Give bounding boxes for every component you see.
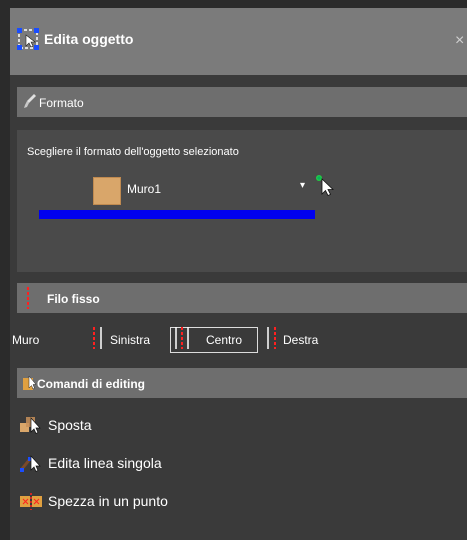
close-icon[interactable]: × xyxy=(455,32,467,50)
filo-option-label: Destra xyxy=(283,333,319,347)
style-color-swatch[interactable] xyxy=(93,177,121,205)
window-title: Edita oggetto xyxy=(44,31,134,47)
formato-body: Scegliere il formato dell'oggetto selezi… xyxy=(17,130,467,272)
comandi-section-header[interactable]: Comandi di editing xyxy=(17,368,467,398)
chevron-down-icon[interactable]: ▾ xyxy=(300,180,305,191)
filo-option-sinistra[interactable]: Sinistra xyxy=(90,324,170,352)
filo-option-destra[interactable]: Destra xyxy=(265,324,345,352)
filo-fisso-row: Muro Sinistra Centro Destra xyxy=(10,324,467,354)
title-bar: Edita oggetto × xyxy=(10,8,467,75)
style-name[interactable]: Muro1 xyxy=(127,182,161,196)
format-brush-icon xyxy=(24,94,36,108)
filo-option-label: Centro xyxy=(206,333,243,347)
formato-section-header[interactable]: Formato xyxy=(17,87,467,117)
command-label: Sposta xyxy=(48,417,92,433)
editing-commands-icon xyxy=(23,375,37,390)
command-label: Edita linea singola xyxy=(48,455,162,471)
filo-row-label: Muro xyxy=(12,333,40,347)
comandi-header-label: Comandi di editing xyxy=(37,377,145,391)
edit-line-icon xyxy=(20,455,41,472)
filo-fisso-header-label: Filo fisso xyxy=(47,292,100,306)
filo-option-label: Sinistra xyxy=(110,333,151,347)
right-line-icon xyxy=(267,327,276,349)
split-icon xyxy=(20,493,42,510)
edit-object-panel: Edita oggetto × Formato Scegliere il for… xyxy=(10,8,467,540)
edit-object-icon xyxy=(17,28,39,50)
left-line-icon xyxy=(93,327,102,349)
pick-style-icon[interactable] xyxy=(314,173,336,197)
style-preview-bar xyxy=(39,210,315,219)
formato-header-label: Formato xyxy=(39,96,84,110)
fixed-line-icon xyxy=(27,287,29,309)
formato-description: Scegliere il formato dell'oggetto selezi… xyxy=(27,146,239,158)
filo-option-centro[interactable]: Centro xyxy=(170,324,258,353)
filo-fisso-section-header[interactable]: Filo fisso xyxy=(17,283,467,313)
move-icon xyxy=(20,417,41,434)
command-label: Spezza in un punto xyxy=(48,493,168,509)
center-line-icon xyxy=(175,327,189,349)
